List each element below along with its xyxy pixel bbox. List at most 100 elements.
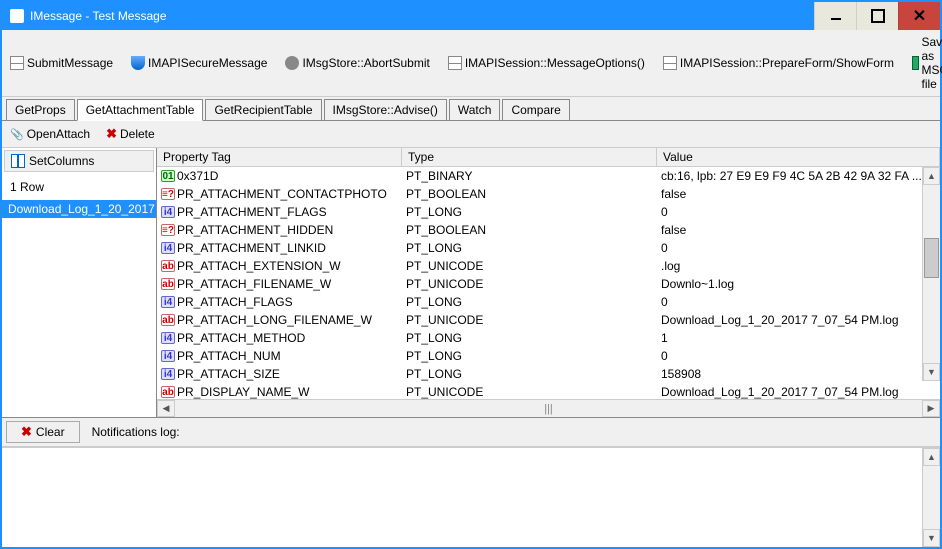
set-columns-button[interactable]: SetColumns [4, 150, 154, 172]
delete-button[interactable]: ✖Delete [102, 124, 159, 144]
table-row[interactable]: abPR_ATTACH_LONG_FILENAME_WPT_UNICODEDow… [157, 311, 940, 329]
list-item[interactable]: Download_Log_1_20_2017 [2, 200, 156, 218]
table-row[interactable]: i4PR_ATTACH_SIZEPT_LONG158908 [157, 365, 940, 383]
cell-type: PT_LONG [402, 331, 657, 345]
window: IMessage - Test Message ✕ SubmitMessage … [0, 0, 942, 549]
bool-type-icon: ≡? [161, 224, 175, 236]
tab-getrecipienttable[interactable]: GetRecipientTable [205, 99, 321, 120]
cell-type: PT_LONG [402, 205, 657, 219]
table-row[interactable]: abPR_ATTACH_FILENAME_WPT_UNICODEDownlo~1… [157, 275, 940, 293]
log-area[interactable]: ▲ ▼ [2, 447, 940, 547]
cell-tag: ≡?PR_ATTACHMENT_CONTACTPHOTO [157, 187, 402, 201]
tab-getprops[interactable]: GetProps [6, 99, 75, 120]
binary-type-icon: 01 [161, 170, 175, 182]
long-type-icon: i4 [161, 332, 175, 344]
abort-submit-button[interactable]: IMsgStore::AbortSubmit [281, 54, 433, 72]
cell-tag: 010x371D [157, 169, 402, 183]
cell-value: 0 [657, 205, 940, 219]
maximize-button[interactable] [856, 2, 898, 30]
table-row[interactable]: i4PR_ATTACH_METHODPT_LONG1 [157, 329, 940, 347]
unicode-type-icon: ab [161, 386, 175, 398]
cell-value: 158908 [657, 367, 940, 381]
cell-value: 0 [657, 241, 940, 255]
cell-value: 0 [657, 349, 940, 363]
log-vertical-scrollbar[interactable]: ▲ ▼ [922, 448, 940, 547]
horizontal-scrollbar[interactable]: ◀ ||| ▶ [157, 399, 940, 417]
grid-header: Property Tag Type Value [157, 148, 940, 167]
envelope-icon [448, 56, 462, 70]
tab-getattachmenttable[interactable]: GetAttachmentTable [77, 99, 204, 121]
gear-icon [285, 56, 299, 70]
cell-value: 1 [657, 331, 940, 345]
cell-tag: abPR_ATTACH_FILENAME_W [157, 277, 402, 291]
cell-type: PT_LONG [402, 241, 657, 255]
save-msg-button[interactable]: Save as MSG file [908, 33, 942, 93]
tab-compare[interactable]: Compare [502, 99, 569, 120]
secure-message-button[interactable]: IMAPISecureMessage [127, 54, 271, 72]
cell-type: PT_LONG [402, 295, 657, 309]
cell-type: PT_BOOLEAN [402, 223, 657, 237]
table-row[interactable]: i4PR_ATTACH_FLAGSPT_LONG0 [157, 293, 940, 311]
submit-message-button[interactable]: SubmitMessage [6, 54, 117, 72]
scroll-up-arrow-icon[interactable]: ▲ [923, 448, 940, 466]
message-options-button[interactable]: IMAPISession::MessageOptions() [444, 54, 649, 72]
envelope-icon [10, 56, 24, 70]
table-row[interactable]: i4PR_ATTACHMENT_FLAGSPT_LONG0 [157, 203, 940, 221]
main-toolbar: SubmitMessage IMAPISecureMessage IMsgSto… [2, 30, 940, 97]
table-row[interactable]: ≡?PR_ATTACHMENT_HIDDENPT_BOOLEANfalse [157, 221, 940, 239]
long-type-icon: i4 [161, 296, 175, 308]
window-title: IMessage - Test Message [30, 9, 814, 23]
tab-imsgstore-advise-[interactable]: IMsgStore::Advise() [324, 99, 447, 120]
cell-type: PT_UNICODE [402, 385, 657, 399]
cell-tag: i4PR_ATTACH_NUM [157, 349, 402, 363]
cell-value: 0 [657, 295, 940, 309]
column-header-tag[interactable]: Property Tag [157, 148, 402, 166]
cell-tag: i4PR_ATTACH_FLAGS [157, 295, 402, 309]
window-controls: ✕ [814, 2, 940, 30]
app-icon [10, 9, 24, 23]
column-header-type[interactable]: Type [402, 148, 657, 166]
tab-watch[interactable]: Watch [449, 99, 501, 120]
titlebar[interactable]: IMessage - Test Message ✕ [2, 2, 940, 30]
long-type-icon: i4 [161, 206, 175, 218]
scroll-track[interactable] [923, 185, 940, 363]
table-row[interactable]: i4PR_ATTACHMENT_LINKIDPT_LONG0 [157, 239, 940, 257]
table-row[interactable]: abPR_DISPLAY_NAME_WPT_UNICODEDownload_Lo… [157, 383, 940, 399]
long-type-icon: i4 [161, 368, 175, 380]
close-button[interactable]: ✕ [898, 2, 940, 30]
cell-type: PT_LONG [402, 367, 657, 381]
scroll-track[interactable] [923, 466, 940, 529]
cell-type: PT_UNICODE [402, 313, 657, 327]
table-row[interactable]: abPR_ATTACH_EXTENSION_WPT_UNICODE.log [157, 257, 940, 275]
table-row[interactable]: i4PR_ATTACH_NUMPT_LONG0 [157, 347, 940, 365]
prepare-form-button[interactable]: IMAPISession::PrepareForm/ShowForm [659, 54, 898, 72]
scroll-left-arrow-icon[interactable]: ◀ [157, 400, 175, 417]
delete-x-icon: ✖ [106, 126, 117, 142]
scroll-right-arrow-icon[interactable]: ▶ [922, 400, 940, 417]
cell-value: Download_Log_1_20_2017 7_07_54 PM.log [657, 385, 940, 399]
cell-type: PT_BINARY [402, 169, 657, 183]
envelope-icon [663, 56, 677, 70]
open-attach-button[interactable]: OpenAttach [6, 125, 94, 143]
minimize-button[interactable] [814, 2, 856, 30]
cell-type: PT_LONG [402, 349, 657, 363]
log-label: Notifications log: [92, 425, 180, 439]
tab-strip: GetPropsGetAttachmentTableGetRecipientTa… [2, 97, 940, 121]
column-header-value[interactable]: Value [657, 148, 940, 166]
cell-value: .log [657, 259, 940, 273]
grid-body[interactable]: 010x371DPT_BINARYcb:16, lpb: 27 E9 E9 F9… [157, 167, 940, 399]
vertical-scrollbar[interactable]: ▲ ▼ [922, 167, 940, 381]
clear-button[interactable]: ✖Clear [6, 421, 80, 443]
attachment-list[interactable]: Download_Log_1_20_2017 [2, 200, 156, 417]
scroll-track[interactable]: ||| [175, 400, 922, 417]
scroll-thumb[interactable] [924, 238, 939, 278]
scroll-down-arrow-icon[interactable]: ▼ [923, 363, 940, 381]
table-row[interactable]: 010x371DPT_BINARYcb:16, lpb: 27 E9 E9 F9… [157, 167, 940, 185]
cell-value: cb:16, lpb: 27 E9 E9 F9 4C 5A 2B 42 9A 3… [657, 169, 940, 183]
scroll-down-arrow-icon[interactable]: ▼ [923, 529, 940, 547]
cell-tag: abPR_ATTACH_LONG_FILENAME_W [157, 313, 402, 327]
table-row[interactable]: ≡?PR_ATTACHMENT_CONTACTPHOTOPT_BOOLEANfa… [157, 185, 940, 203]
shield-icon [131, 56, 145, 70]
cell-value: Download_Log_1_20_2017 7_07_54 PM.log [657, 313, 940, 327]
scroll-up-arrow-icon[interactable]: ▲ [923, 167, 940, 185]
